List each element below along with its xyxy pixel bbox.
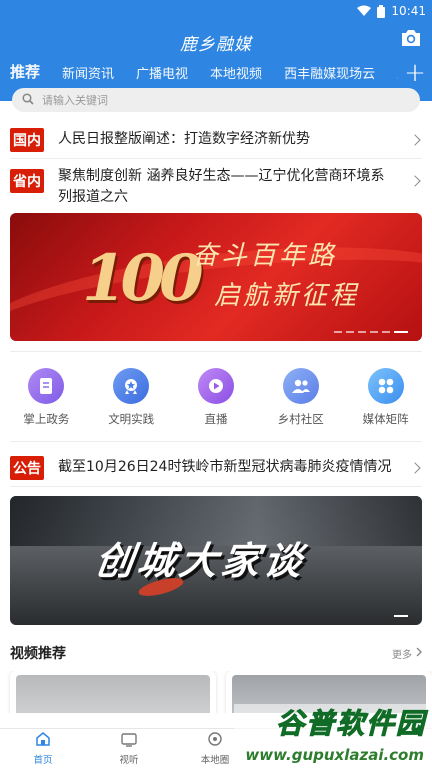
carousel-indicator: [334, 331, 408, 333]
promo-banner[interactable]: 创城大家谈: [10, 496, 422, 625]
notice-badge: 公告: [10, 456, 44, 480]
tab-local-video[interactable]: 本地视频: [210, 62, 262, 82]
banner-headline-2: 启航新征程: [214, 281, 360, 311]
tv-icon: [121, 731, 137, 750]
service-label: 直播: [204, 412, 228, 426]
video-thumbnail: [16, 675, 210, 713]
tab-broadcast[interactable]: 广播电视: [136, 62, 188, 82]
service-label: 文明实践: [108, 412, 155, 426]
news-title: 聚焦制度创新 涵养良好生态——辽宁优化营商环境系列报道之六: [58, 168, 385, 205]
search-icon: [22, 92, 34, 108]
watermark-title: 谷普软件园: [275, 707, 426, 741]
news-item[interactable]: 国内 人民日报整版阐述：打造数字经济新优势: [0, 128, 432, 158]
video-card[interactable]: [10, 671, 216, 713]
hero-banner[interactable]: 100 奋斗百年路 启航新征程: [10, 213, 422, 341]
medal-icon: [113, 368, 150, 404]
tab-live-cloud[interactable]: 西丰融媒现场云: [284, 62, 375, 82]
notice-title: 截至10月26日24时铁岭市新型冠状病毒肺炎疫情情况: [58, 459, 392, 475]
add-channel-icon[interactable]: +: [398, 62, 432, 88]
chevron-right-icon: [409, 134, 421, 146]
banner-headline-1: 奋斗百年路: [192, 241, 338, 271]
people-icon: [282, 368, 319, 404]
search-input[interactable]: 请输入关键词: [12, 88, 420, 112]
service-community[interactable]: 乡村社区: [261, 368, 341, 427]
circle-icon: [207, 731, 223, 750]
news-badge: 省内: [10, 169, 44, 193]
news-badge: 国内: [10, 128, 44, 152]
tab-home[interactable]: 首页: [0, 729, 86, 768]
channel-tabs: 推荐 新闻资讯 广播电视 本地视频 西丰融媒现场云 直 +: [0, 62, 432, 88]
video-section-header: 视频推荐 更多: [0, 641, 432, 665]
tab-news[interactable]: 新闻资讯: [62, 62, 114, 82]
search-placeholder: 请输入关键词: [42, 94, 108, 107]
tab-recommend[interactable]: 推荐: [10, 62, 40, 82]
chevron-right-icon: [409, 175, 421, 187]
battery-icon: [377, 4, 386, 18]
tab-label: 视听: [119, 755, 139, 766]
service-label: 媒体矩阵: [362, 412, 409, 426]
service-gov[interactable]: 掌上政务: [6, 368, 86, 427]
service-label: 掌上政务: [23, 412, 70, 426]
more-label: 更多: [392, 649, 412, 661]
service-label: 乡村社区: [277, 412, 324, 426]
status-bar: 10:41: [0, 0, 432, 22]
status-time: 10:41: [391, 4, 426, 18]
service-live[interactable]: 直播: [176, 368, 256, 427]
tab-label: 本地圈: [200, 755, 230, 766]
play-icon: [197, 368, 234, 404]
camera-icon[interactable]: [400, 28, 422, 50]
watermark: 谷普软件园 www.gupuxlazai.com: [234, 704, 432, 768]
app-logo: 鹿乡融媒: [180, 35, 252, 55]
promo-banner-title: 创城大家谈: [92, 539, 309, 583]
chevron-right-icon: [416, 647, 422, 660]
app-header: 鹿乡融媒: [0, 22, 432, 62]
section-title: 视频推荐: [10, 646, 66, 662]
search-area: 请输入关键词: [0, 88, 432, 114]
service-grid: 掌上政务 文明实践 直播 乡村社区 媒体矩阵: [0, 368, 432, 427]
news-item[interactable]: 省内 聚焦制度创新 涵养良好生态——辽宁优化营商环境系列报道之六: [0, 168, 432, 213]
document-icon: [28, 368, 65, 404]
service-media[interactable]: 媒体矩阵: [346, 368, 426, 427]
service-civic[interactable]: 文明实践: [91, 368, 171, 427]
more-link[interactable]: 更多: [392, 646, 422, 661]
news-title: 人民日报整版阐述：打造数字经济新优势: [58, 131, 310, 147]
grid-icon: [367, 368, 404, 404]
carousel-indicator: [394, 615, 408, 617]
banner-number: 100: [82, 241, 204, 316]
watermark-url: www.gupuxlazai.com: [245, 746, 424, 764]
tab-label: 首页: [33, 755, 53, 766]
home-icon: [35, 731, 51, 750]
wifi-icon: [357, 5, 372, 17]
chevron-right-icon: [409, 462, 421, 474]
notice-item[interactable]: 公告 截至10月26日24时铁岭市新型冠状病毒肺炎疫情情况: [0, 456, 432, 486]
tab-video[interactable]: 视听: [86, 729, 172, 768]
